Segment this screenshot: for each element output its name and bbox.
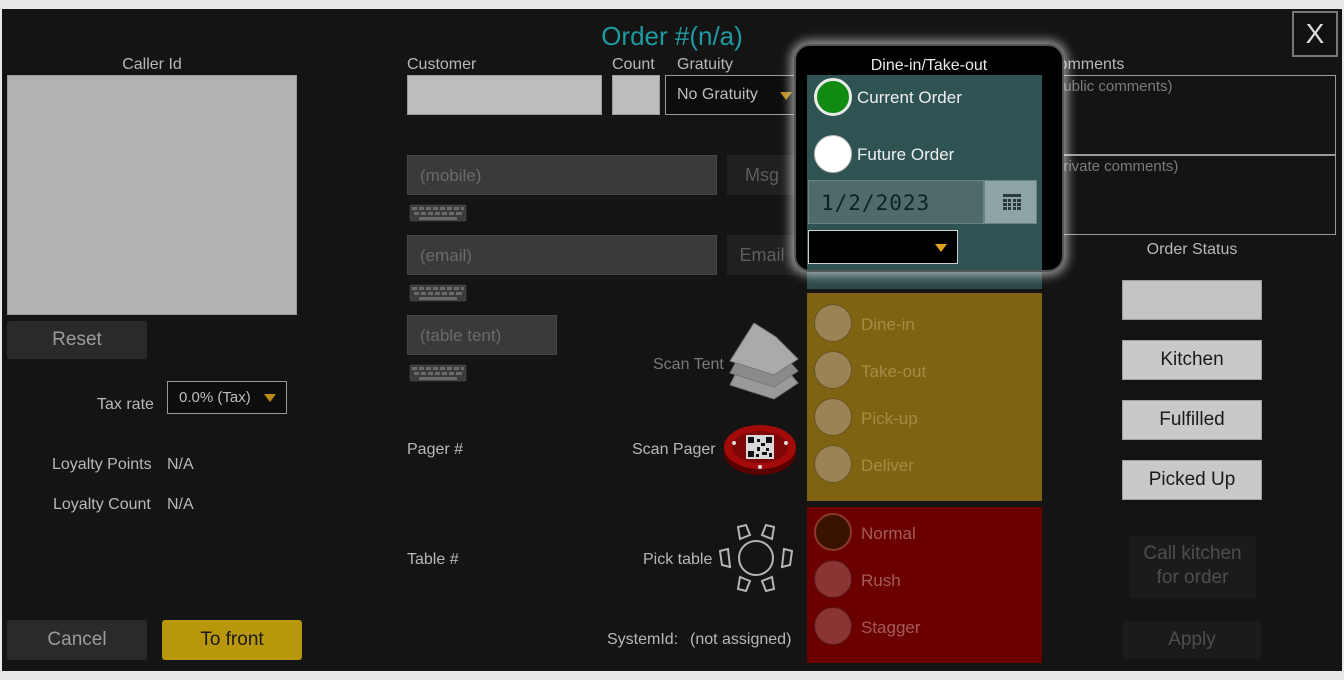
time-select[interactable] [808,230,958,264]
stagger-radio[interactable] [814,607,852,645]
normal-radio[interactable] [814,513,852,551]
reset-button[interactable]: Reset [7,321,147,359]
caller-id-display [7,75,297,315]
order-status-label: Order Status [1146,241,1238,258]
keyboard-icon[interactable] [409,284,467,302]
system-id-value: (not assigned) [690,631,792,648]
take-out-label: Take-out [861,362,927,381]
deliver-label: Deliver [861,456,914,475]
loyalty-count-value: N/A [167,496,194,513]
pick-up-label: Pick-up [861,409,918,428]
picked-up-button[interactable]: Picked Up [1122,460,1262,500]
cancel-button[interactable]: Cancel [7,620,147,660]
keyboard-icon[interactable] [409,204,467,222]
tax-rate-label: Tax rate [97,396,154,413]
order-dialog: Order #(n/a) X Caller Id Reset Tax rate … [2,9,1342,671]
popup-body: Current Order Future Order 1/2/2023 [807,75,1042,270]
order-status-field [1122,280,1262,320]
table-tent-icon[interactable] [726,323,802,407]
order-title: Order #(n/a) [601,21,743,51]
pick-table-label: Pick table [643,551,713,568]
priority-panel: Normal Rush Stagger [807,507,1042,663]
pick-up-radio[interactable] [814,398,852,436]
gratuity-value: No Gratuity [677,86,758,103]
current-order-radio[interactable] [814,78,852,116]
chevron-down-icon [935,244,947,252]
call-kitchen-line2: for order [1156,567,1229,588]
popup-title: Dine-in/Take-out [870,57,988,74]
date-value: 1/2/2023 [821,191,931,215]
table-tent-input[interactable]: (table tent) [407,315,557,355]
future-order-label: Future Order [857,145,955,164]
keyboard-icon[interactable] [409,364,467,382]
email-input[interactable]: (email) [407,235,717,275]
order-type-panel: Dine-in Take-out Pick-up Deliver [807,293,1042,501]
to-front-button[interactable]: To front [162,620,302,660]
close-icon: X [1305,18,1325,49]
scan-tent-label: Scan Tent [653,356,724,373]
count-label: Count [612,56,655,73]
calendar-icon [1003,194,1021,210]
dine-in-label: Dine-in [861,315,915,334]
public-comments-input[interactable]: (public comments) [1047,75,1336,155]
dine-takeout-popup: Dine-in/Take-out Current Order Future Or… [794,44,1064,272]
dine-in-radio[interactable] [814,304,852,342]
loyalty-points-value: N/A [167,456,194,473]
call-kitchen-line1: Call kitchen [1143,543,1242,564]
msg-button[interactable]: Msg [727,155,797,195]
table-label: Table # [407,551,459,568]
date-input[interactable]: 1/2/2023 [808,180,984,224]
caller-id-label: Caller Id [122,56,182,73]
rush-radio[interactable] [814,560,852,598]
email-button[interactable]: Email [727,235,797,275]
fulfilled-button[interactable]: Fulfilled [1122,400,1262,440]
current-order-label: Current Order [857,88,962,107]
pager-label: Pager # [407,441,464,458]
gratuity-select[interactable]: No Gratuity [665,75,803,115]
calendar-button[interactable] [984,180,1037,224]
customer-input[interactable] [407,75,602,115]
chevron-down-icon [780,92,792,100]
scan-pager-label: Scan Pager [632,441,716,458]
call-kitchen-button[interactable]: Call kitchen for order [1129,536,1256,598]
count-input[interactable] [612,75,660,115]
gratuity-label: Gratuity [677,56,734,73]
tax-rate-value: 0.0% (Tax) [179,389,251,406]
mobile-input[interactable]: (mobile) [407,155,717,195]
loyalty-count-label: Loyalty Count [53,496,151,513]
stagger-label: Stagger [861,618,921,637]
future-order-radio[interactable] [814,135,852,173]
take-out-radio[interactable] [814,351,852,389]
close-button[interactable]: X [1292,11,1338,57]
system-id-label: SystemId: [607,631,679,648]
table-seating-icon[interactable] [716,521,796,595]
rush-label: Rush [861,571,901,590]
normal-label: Normal [861,524,916,543]
loyalty-points-label: Loyalty Points [52,456,152,473]
pager-icon[interactable] [722,419,798,477]
deliver-radio[interactable] [814,445,852,483]
kitchen-button[interactable]: Kitchen [1122,340,1262,380]
chevron-down-icon [264,394,276,402]
apply-button[interactable]: Apply [1122,621,1262,659]
tax-rate-select[interactable]: 0.0% (Tax) [167,381,287,414]
customer-label: Customer [407,56,477,73]
private-comments-input[interactable]: (private comments) [1047,155,1336,235]
